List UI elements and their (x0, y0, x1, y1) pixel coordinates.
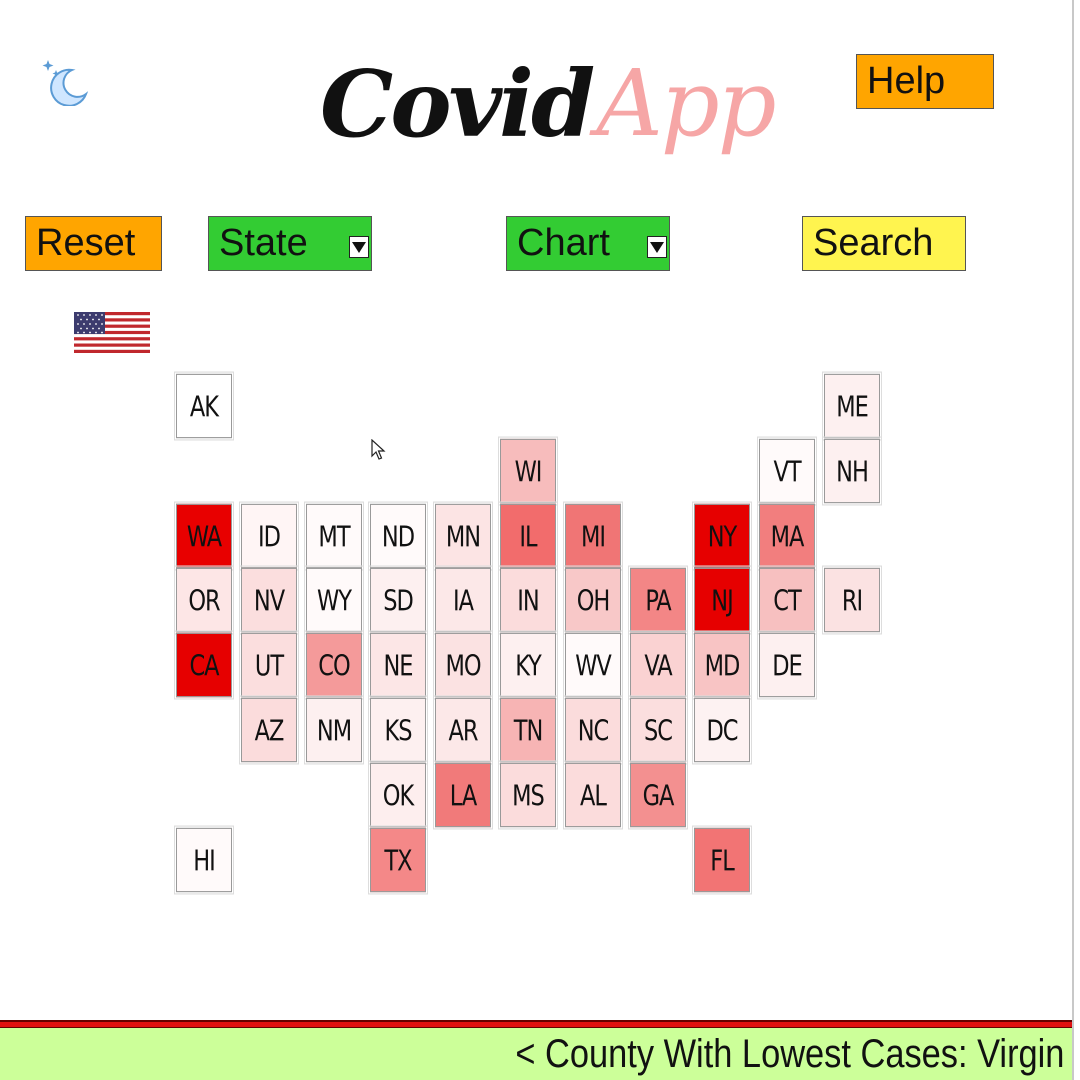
state-tile-md[interactable]: MD (692, 630, 752, 700)
state-tile-az[interactable]: AZ (239, 695, 299, 765)
state-tile-de[interactable]: DE (757, 630, 817, 700)
state-tile-ga[interactable]: GA (628, 760, 688, 830)
state-tile-ar[interactable]: AR (433, 695, 493, 765)
app-logo: Covid App (320, 20, 777, 158)
state-tile-nh[interactable]: NH (822, 436, 882, 506)
state-tile-ms[interactable]: MS (498, 760, 558, 830)
logo-word-covid: Covid (320, 50, 595, 158)
state-tile-va[interactable]: VA (628, 630, 688, 700)
state-tile-ut[interactable]: UT (239, 630, 299, 700)
us-flag-icon[interactable] (74, 312, 150, 353)
state-tile-ky[interactable]: KY (498, 630, 558, 700)
state-tile-ca[interactable]: CA (174, 630, 234, 700)
state-tile-sc[interactable]: SC (628, 695, 688, 765)
reset-button[interactable]: Reset (25, 216, 162, 271)
ticker-text: < County With Lowest Cases: Virgin (514, 1032, 1064, 1076)
state-tile-fl[interactable]: FL (692, 825, 752, 895)
state-tile-nd[interactable]: ND (368, 501, 428, 571)
state-tile-ne[interactable]: NE (368, 630, 428, 700)
state-tile-nm[interactable]: NM (304, 695, 364, 765)
state-tile-nc[interactable]: NC (563, 695, 623, 765)
state-tile-wv[interactable]: WV (563, 630, 623, 700)
state-tile-il[interactable]: IL (498, 501, 558, 571)
moon-stars-icon[interactable] (38, 56, 90, 106)
state-tile-vt[interactable]: VT (757, 436, 817, 506)
logo-word-app: App (596, 50, 776, 157)
state-tile-nv[interactable]: NV (239, 565, 299, 635)
state-tile-ri[interactable]: RI (822, 565, 882, 635)
state-tile-co[interactable]: CO (304, 630, 364, 700)
state-tile-mn[interactable]: MN (433, 501, 493, 571)
state-tile-ok[interactable]: OK (368, 760, 428, 830)
state-tile-in[interactable]: IN (498, 565, 558, 635)
state-tile-me[interactable]: ME (822, 371, 882, 441)
state-tile-ks[interactable]: KS (368, 695, 428, 765)
state-tile-al[interactable]: AL (563, 760, 623, 830)
state-tile-ct[interactable]: CT (757, 565, 817, 635)
state-dropdown-label: State (219, 222, 308, 264)
help-button[interactable]: Help (856, 54, 994, 109)
state-tile-or[interactable]: OR (174, 565, 234, 635)
state-tile-pa[interactable]: PA (628, 565, 688, 635)
state-tile-ak[interactable]: AK (174, 371, 234, 441)
chart-dropdown-label: Chart (517, 222, 610, 264)
state-tile-id[interactable]: ID (239, 501, 299, 571)
state-tile-mo[interactable]: MO (433, 630, 493, 700)
state-tile-wa[interactable]: WA (174, 501, 234, 571)
state-tile-tx[interactable]: TX (368, 825, 428, 895)
chevron-down-icon[interactable] (647, 236, 667, 258)
state-tile-dc[interactable]: DC (692, 695, 752, 765)
state-tile-hi[interactable]: HI (174, 825, 234, 895)
state-tile-mt[interactable]: MT (304, 501, 364, 571)
window-edge (1072, 0, 1080, 1080)
footer-ticker-bar: < County With Lowest Cases: Virgin (0, 1028, 1072, 1080)
state-tile-tn[interactable]: TN (498, 695, 558, 765)
chevron-down-icon[interactable] (349, 236, 369, 258)
search-button[interactable]: Search (802, 216, 966, 271)
state-tile-mi[interactable]: MI (563, 501, 623, 571)
state-tile-la[interactable]: LA (433, 760, 493, 830)
state-tile-sd[interactable]: SD (368, 565, 428, 635)
mouse-cursor-icon (371, 439, 386, 460)
state-tile-ny[interactable]: NY (692, 501, 752, 571)
footer-divider (0, 1020, 1072, 1028)
state-tile-oh[interactable]: OH (563, 565, 623, 635)
state-tile-wy[interactable]: WY (304, 565, 364, 635)
state-tile-nj[interactable]: NJ (692, 565, 752, 635)
state-tile-wi[interactable]: WI (498, 436, 558, 506)
chart-dropdown[interactable]: Chart (506, 216, 670, 271)
state-tile-ma[interactable]: MA (757, 501, 817, 571)
state-dropdown[interactable]: State (208, 216, 372, 271)
state-tile-ia[interactable]: IA (433, 565, 493, 635)
